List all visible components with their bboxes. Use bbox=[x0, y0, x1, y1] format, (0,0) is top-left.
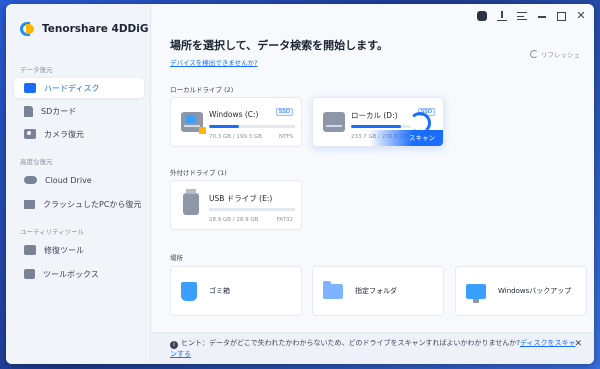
sidebar-item-camera-recovery[interactable]: カメラ復元 bbox=[14, 124, 144, 144]
hint-bar: i ヒント：データがどこで失われたかわからないため、どのドライブをスキャンすればよ… bbox=[152, 332, 594, 364]
usb-drive-icon bbox=[183, 189, 199, 215]
close-icon[interactable]: ✕ bbox=[576, 10, 586, 21]
sidebar-item-label: カメラ復元 bbox=[44, 129, 84, 139]
windows-drive-icon bbox=[181, 112, 206, 134]
locations-label: 場所 bbox=[170, 254, 183, 262]
section-label-utility-tools: ユーティリティツール bbox=[20, 228, 85, 236]
sidebar: Tenorshare 4DDiG データ復元 ハードディスク SDカード カメラ… bbox=[6, 4, 151, 364]
location-recycle-bin[interactable]: ゴミ箱 bbox=[170, 266, 302, 316]
app-window: Tenorshare 4DDiG データ復元 ハードディスク SDカード カメラ… bbox=[6, 4, 594, 364]
drive-card-d[interactable]: ローカル (D:) SSD 233.7 GB / 276.6 GB スキャン bbox=[312, 97, 444, 147]
sidebar-item-label: ツールボックス bbox=[43, 269, 99, 279]
folder-icon bbox=[323, 280, 343, 299]
toolbox-icon bbox=[24, 269, 35, 279]
discord-icon[interactable] bbox=[477, 11, 487, 21]
refresh-button[interactable]: リフレッシュ bbox=[530, 49, 580, 59]
minimize-icon[interactable] bbox=[537, 11, 547, 21]
external-drives-label: 外付けドライブ (1) bbox=[170, 169, 227, 177]
repair-tool-icon bbox=[24, 245, 36, 255]
title-bar-controls: ✕ bbox=[477, 10, 586, 21]
usage-bar bbox=[209, 208, 295, 211]
file-system: NTFS bbox=[278, 134, 293, 140]
pc-icon bbox=[24, 199, 35, 209]
refresh-icon bbox=[530, 50, 538, 58]
location-label: 指定フォルダ bbox=[355, 287, 397, 295]
close-hint-icon[interactable]: ✕ bbox=[574, 339, 582, 350]
page-title: 場所を選択して、データ検索を開始します。 bbox=[170, 39, 389, 52]
cloud-icon bbox=[24, 176, 37, 184]
usage-bar bbox=[351, 125, 411, 128]
sidebar-item-cloud-drive[interactable]: Cloud Drive bbox=[14, 170, 144, 190]
sd-card-icon bbox=[24, 105, 33, 117]
drive-size: 70.3 GB / 199.3 GB bbox=[209, 134, 262, 140]
lock-icon bbox=[199, 127, 206, 134]
drive-card-c[interactable]: Windows (C:) SSD 70.3 GB / 199.3 GB NTFS bbox=[170, 97, 302, 147]
4ddig-logo-icon bbox=[18, 20, 36, 38]
local-drives-label: ローカルドライブ (2) bbox=[170, 86, 234, 94]
section-label-advanced-recovery: 高度な復元 bbox=[20, 158, 53, 166]
usage-bar bbox=[209, 125, 295, 128]
sidebar-item-toolbox[interactable]: ツールボックス bbox=[14, 264, 144, 284]
app-name: Tenorshare 4DDiG bbox=[42, 23, 149, 35]
sidebar-item-repair-tool[interactable]: 修復ツール bbox=[14, 240, 144, 260]
windows-backup-icon bbox=[466, 283, 486, 303]
menu-icon[interactable] bbox=[517, 12, 527, 20]
download-icon[interactable] bbox=[497, 11, 507, 21]
main-panel: ✕ 場所を選択して、データ検索を開始します。 デバイスを検出できませんか? リフ… bbox=[152, 4, 594, 364]
info-icon: i bbox=[170, 341, 178, 349]
drive-name: USB ドライブ (E:) bbox=[209, 194, 273, 203]
sidebar-item-hard-disk[interactable]: ハードディスク bbox=[14, 78, 144, 98]
section-label-data-recovery: データ復元 bbox=[20, 66, 53, 74]
sidebar-item-label: Cloud Drive bbox=[45, 175, 92, 185]
location-label: Windowsバックアップ bbox=[498, 287, 572, 295]
hard-disk-icon bbox=[24, 83, 36, 93]
refresh-label: リフレッシュ bbox=[541, 51, 580, 59]
usage-bar-fill bbox=[209, 125, 240, 128]
sidebar-item-crashed-pc[interactable]: クラッシュしたPCから復元 bbox=[14, 194, 144, 214]
scan-button[interactable]: スキャン bbox=[369, 130, 443, 146]
sidebar-item-label: SDカード bbox=[41, 106, 77, 116]
drive-size: 28.9 GB / 28.9 GB bbox=[209, 217, 259, 223]
location-windows-backup[interactable]: Windowsバックアップ bbox=[455, 266, 587, 316]
sidebar-item-sd-card[interactable]: SDカード bbox=[14, 101, 144, 121]
sidebar-item-label: 修復ツール bbox=[44, 245, 84, 255]
location-label: ゴミ箱 bbox=[209, 287, 230, 295]
drive-name: ローカル (D:) bbox=[351, 111, 398, 120]
drive-name: Windows (C:) bbox=[209, 110, 259, 119]
sidebar-item-label: クラッシュしたPCから復元 bbox=[43, 199, 142, 209]
hint-text: データがどこで失われたかわからないため、どのドライブをスキャンすればよいかわかり… bbox=[209, 339, 520, 347]
usage-bar-fill bbox=[351, 125, 402, 128]
sidebar-item-label: ハードディスク bbox=[44, 83, 100, 93]
trash-icon bbox=[181, 281, 197, 301]
app-logo: Tenorshare 4DDiG bbox=[18, 20, 148, 38]
camera-icon bbox=[24, 129, 36, 139]
hint-prefix: ヒント： bbox=[181, 339, 209, 347]
maximize-icon[interactable] bbox=[557, 11, 566, 21]
location-specific-folder[interactable]: 指定フォルダ bbox=[312, 266, 444, 316]
device-not-detected-link[interactable]: デバイスを検出できませんか? bbox=[170, 57, 258, 67]
hard-drive-icon bbox=[323, 112, 345, 132]
drive-card-e[interactable]: USB ドライブ (E:) 28.9 GB / 28.9 GB FAT32 bbox=[170, 180, 302, 230]
ssd-badge: SSD bbox=[275, 108, 293, 116]
file-system: FAT32 bbox=[276, 217, 293, 223]
